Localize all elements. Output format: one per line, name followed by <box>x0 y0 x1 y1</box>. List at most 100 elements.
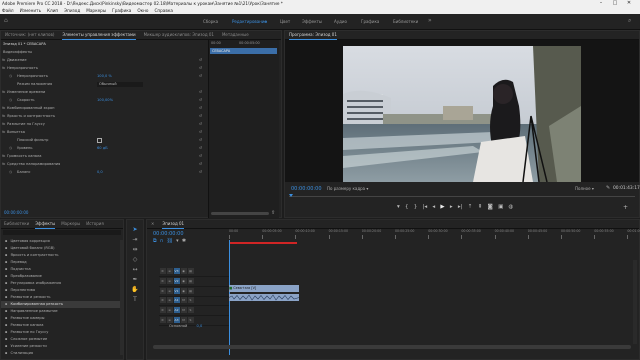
effect-list-item[interactable]: ▪ Регулировка изображения <box>1 280 121 287</box>
effect-list-item[interactable]: ▪ Размытие камеры <box>1 315 121 322</box>
effect-row[interactable]: Скорость 100,00% ↺ ◷ <box>1 96 206 104</box>
play-icon[interactable]: ▶ <box>440 204 444 210</box>
program-timecode[interactable]: 00:00:00:00 <box>291 186 322 192</box>
go-to-out-icon[interactable]: ▸| <box>458 204 463 210</box>
quality-dropdown[interactable]: Полное ▾ <box>575 186 594 191</box>
effects-search-input[interactable] <box>3 230 121 235</box>
marker-icon[interactable]: ▾ <box>397 204 400 210</box>
razor-tool-icon[interactable]: ◇ <box>131 256 139 264</box>
effects-panel-tab[interactable]: История <box>86 220 104 228</box>
eye-icon[interactable]: ◉ <box>180 288 187 294</box>
workspace-tab[interactable]: Редактирование <box>232 18 267 25</box>
reset-icon[interactable]: ↺ <box>199 112 202 120</box>
effect-controls-timecode[interactable]: 00:00:00:00 <box>4 210 28 215</box>
search-icon[interactable]: ⌕ <box>628 17 631 25</box>
reset-icon[interactable]: ↺ <box>199 136 202 144</box>
track-sync-icon[interactable]: ≡ <box>166 288 173 294</box>
menu-item[interactable]: Файл <box>2 7 14 14</box>
effect-list-item[interactable]: ▪ Подчистка <box>1 266 121 273</box>
solo-icon[interactable]: S <box>187 297 194 303</box>
track-sync-icon[interactable]: ≡ <box>166 307 173 313</box>
nest-icon[interactable]: ⧉ <box>153 238 157 244</box>
menu-item[interactable]: Графика <box>112 7 131 14</box>
reset-icon[interactable]: ↺ <box>199 152 202 160</box>
maximize-icon[interactable]: □ <box>610 0 620 7</box>
track-sync-icon[interactable]: ≡ <box>166 268 173 274</box>
reset-icon[interactable]: ↺ <box>199 72 202 80</box>
workspace-tab[interactable]: Аудио <box>334 18 347 25</box>
reset-icon[interactable]: ↺ <box>199 144 202 152</box>
effect-row[interactable]: Баланс 0,0 ↺ ◷ <box>1 168 206 176</box>
pen-tool-icon[interactable]: ✒ <box>131 276 139 284</box>
slip-tool-icon[interactable]: ↔ <box>131 266 139 274</box>
menu-item[interactable]: Изменить <box>20 7 41 14</box>
effect-controls-tab[interactable]: Элементы управления эффектами <box>62 31 136 40</box>
settings-icon[interactable]: ✱ <box>182 238 186 244</box>
menu-item[interactable]: Маркеры <box>86 7 106 14</box>
effect-list-item[interactable]: ▪ Комбинированная резкость <box>1 301 121 308</box>
reset-icon[interactable]: ↺ <box>199 120 202 128</box>
fx-toggle-icon[interactable]: fx <box>2 120 5 128</box>
timeline-vertical-scrollbar[interactable] <box>633 260 637 344</box>
mute-icon[interactable]: M <box>180 297 187 303</box>
mini-scrollbar[interactable] <box>211 212 269 215</box>
playhead-icon[interactable] <box>289 194 293 197</box>
video-clip[interactable]: ■ Сева+ara [V] <box>229 285 299 292</box>
track-target[interactable]: A1 <box>173 297 180 303</box>
effect-list-item[interactable]: ▪ Усиление резкости <box>1 343 121 350</box>
home-icon[interactable]: ⌂ <box>4 17 8 24</box>
extract-icon[interactable]: ⇞ <box>478 204 483 210</box>
reset-icon[interactable]: ↺ <box>199 160 202 168</box>
solo-icon[interactable]: S <box>187 307 194 313</box>
effect-list-item[interactable]: ▪ Размытие канала <box>1 322 121 329</box>
track-lock-icon[interactable]: ⊘ <box>159 268 166 274</box>
effect-row[interactable]: › fx Виньетка ↺ <box>1 128 206 136</box>
effect-row[interactable]: › fx Непрозрачность ↺ <box>1 64 206 72</box>
effect-row[interactable]: › fx Размытие по Гауссу ↺ <box>1 120 206 128</box>
effect-list-item[interactable]: ▪ Перевод <box>1 259 121 266</box>
effect-row[interactable]: › fx Средство панорамирования ↺ <box>1 160 206 168</box>
reset-icon[interactable]: ↺ <box>199 88 202 96</box>
eye-icon[interactable]: ◉ <box>180 268 187 274</box>
timeline-scrollbar[interactable] <box>153 345 631 349</box>
effect-row[interactable]: › fx Движение ↺ <box>1 56 206 64</box>
effect-controls-tab[interactable]: Метаданные <box>222 31 249 39</box>
master-value[interactable]: 0,0 <box>197 324 203 328</box>
add-marker-icon[interactable]: ▾ <box>176 238 179 244</box>
hand-tool-icon[interactable]: ✋ <box>131 286 139 294</box>
workspace-tab[interactable]: Графика <box>361 18 379 25</box>
audio-clip[interactable] <box>229 294 299 301</box>
in-point-icon[interactable]: { <box>405 204 409 210</box>
linked-icon[interactable]: ⛓ <box>167 238 173 244</box>
timeline-tab[interactable]: Эпизод 01 <box>162 220 185 229</box>
menu-item[interactable]: Клип <box>47 7 58 14</box>
go-to-in-icon[interactable]: |◂ <box>423 204 428 210</box>
fx-toggle-icon[interactable]: fx <box>2 104 5 112</box>
menu-item[interactable]: Окно <box>137 7 148 14</box>
program-monitor-title[interactable]: Программа: Эпизод 01 <box>289 31 337 40</box>
keyframe-toggle-icon[interactable]: ◷ <box>9 144 12 152</box>
effect-row[interactable]: › fx Изменение времени ↺ <box>1 88 206 96</box>
effect-list-item[interactable]: ▪ Перспектива <box>1 287 121 294</box>
reset-icon[interactable]: ↺ <box>199 96 202 104</box>
selection-tool-icon[interactable]: ➤ <box>131 226 139 234</box>
add-button-icon[interactable]: + <box>623 204 628 211</box>
track-target[interactable]: A2 <box>173 307 180 313</box>
menu-item[interactable]: Эпизод <box>64 7 80 14</box>
keyframe-toggle-icon[interactable]: ◷ <box>9 96 12 104</box>
track-lock-icon[interactable]: ⊘ <box>159 278 166 284</box>
effect-row-value[interactable]: Обычный <box>97 81 143 87</box>
workspace-tab[interactable]: Сборка <box>203 18 218 25</box>
fx-toggle-icon[interactable]: fx <box>2 112 5 120</box>
more-icon[interactable]: » <box>428 17 432 24</box>
track-target[interactable]: V2 <box>173 278 180 284</box>
camera-icon[interactable]: ◙ <box>488 204 493 210</box>
effects-panel-tab[interactable]: Эффекты <box>35 220 56 229</box>
menu-item[interactable]: Справка <box>154 7 172 14</box>
keyframe-toggle-icon[interactable]: ◷ <box>9 168 12 176</box>
mute-icon[interactable]: M <box>180 307 187 313</box>
export-icon[interactable]: ⇪ <box>271 210 275 216</box>
effect-controls-tab[interactable]: Микшер аудиоклипов: Эпизод 01 <box>144 31 214 39</box>
reset-icon[interactable]: ↺ <box>199 104 202 112</box>
workspace-menu-icon[interactable]: ≡ <box>264 18 267 25</box>
